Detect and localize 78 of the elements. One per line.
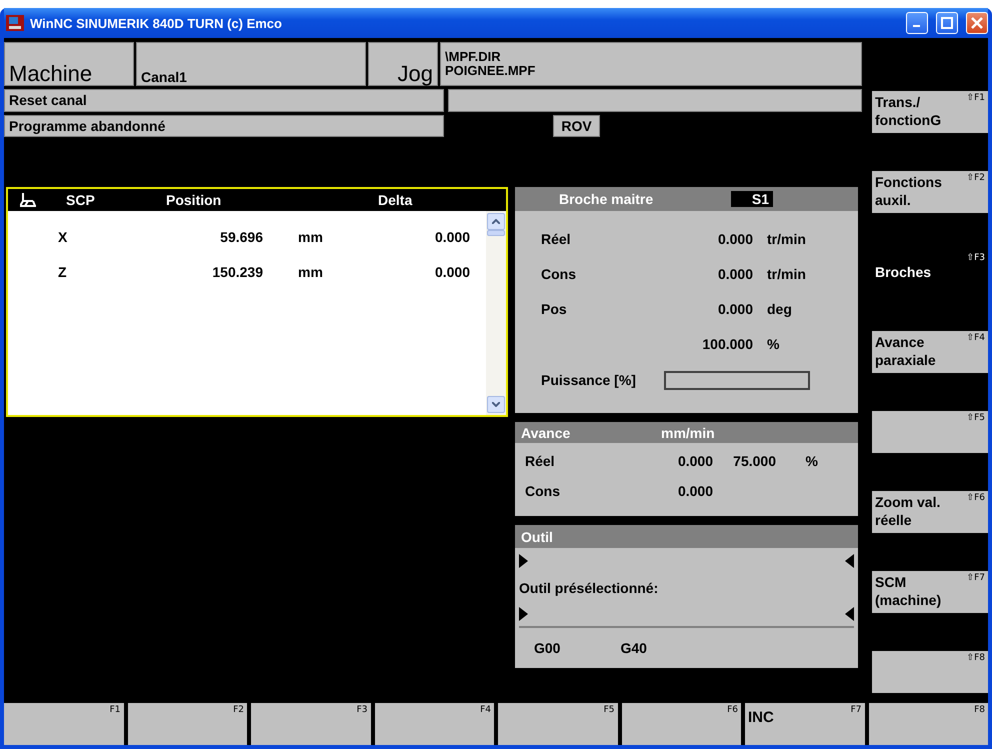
scrollbar[interactable] — [486, 211, 506, 415]
softkey[interactable]: F4 — [374, 703, 494, 745]
spindle-label: Réel — [541, 230, 572, 246]
channel-label: Canal1 — [136, 42, 366, 86]
delta-value: 0.000 — [434, 229, 470, 247]
program-status: Programme abandonné — [4, 115, 444, 137]
axis-name: Z — [58, 264, 68, 282]
scroll-thumb[interactable] — [487, 230, 505, 236]
feed-label: Cons — [525, 483, 561, 499]
pointer-left-icon — [845, 607, 854, 621]
softkey[interactable]: Avance paraxiale ⇧F4 — [872, 331, 988, 373]
softkey[interactable]: F3 — [251, 703, 370, 745]
override-value: 75.000 — [732, 453, 776, 469]
pointer-right-icon — [519, 607, 528, 621]
maximize-icon — [941, 17, 953, 29]
channel-status: Reset canal — [4, 89, 444, 112]
machine-icon — [20, 193, 36, 207]
softkey[interactable]: F1 — [4, 703, 124, 745]
softkey[interactable]: ⇧F5 — [872, 411, 988, 453]
position-value: 59.696 — [219, 229, 263, 247]
spindle-value: 100.000 — [701, 336, 753, 352]
pointer-left-icon — [845, 554, 854, 568]
app-icon — [6, 15, 24, 31]
feed-value: 0.000 — [676, 453, 713, 469]
scroll-up-button[interactable] — [487, 213, 505, 230]
spindle-value: 0.000 — [716, 230, 753, 246]
panel-title: Avance — [521, 424, 572, 440]
program-path: \MPF.DIR — [445, 50, 501, 64]
spindle-label: Cons — [541, 266, 577, 282]
unit-label: tr/min — [767, 266, 807, 282]
g-code: G40 — [620, 640, 647, 656]
unit-label: % — [804, 453, 818, 469]
caret-down-icon — [492, 402, 500, 407]
unit-label: % — [767, 336, 780, 352]
feed-unit: mm/min — [661, 424, 715, 440]
minimize-button[interactable] — [906, 12, 928, 34]
mode-label: Jog — [368, 42, 438, 86]
scroll-down-button[interactable] — [487, 396, 505, 413]
column-header: SCP — [65, 192, 96, 208]
program-name: POIGNEE.MPF — [445, 64, 536, 78]
window-title: WinNC SINUMERIK 840D TURN (c) Emco — [30, 16, 283, 30]
unit-label: deg — [767, 300, 793, 316]
close-button[interactable] — [966, 12, 988, 34]
feed-label: Réel — [525, 453, 556, 469]
pointer-right-icon — [519, 554, 528, 568]
close-icon — [971, 17, 983, 29]
spindle-id: S1 — [731, 191, 773, 207]
softkey[interactable]: SCM (machine) ⇧F7 — [872, 571, 988, 613]
softkey[interactable]: Zoom val. réelle ⇧F6 — [872, 491, 988, 533]
feed-value: 0.000 — [676, 483, 713, 499]
delta-value: 0.000 — [434, 264, 470, 282]
softkey[interactable]: F5 — [498, 703, 618, 745]
softkey[interactable]: Trans./ fonctionG ⇧F1 — [872, 91, 988, 133]
panel-title: Outil — [521, 528, 553, 544]
spindle-value: 0.000 — [716, 266, 753, 282]
spindle-label: Pos — [541, 300, 568, 316]
maximize-button[interactable] — [936, 12, 958, 34]
softkey[interactable]: Fonctions auxil. ⇧F2 — [872, 171, 988, 213]
column-header: Position — [165, 192, 222, 208]
unit-label: tr/min — [767, 230, 807, 246]
area-label: Machine — [4, 42, 134, 86]
override-indicator: ROV — [553, 115, 600, 137]
softkey[interactable]: F6 — [622, 703, 741, 745]
column-header: Delta — [377, 192, 414, 208]
unit-label: mm — [297, 264, 324, 282]
axis-name: X — [58, 229, 68, 247]
caret-up-icon — [492, 219, 500, 224]
unit-label: mm — [297, 229, 324, 247]
preselected-label: Outil présélectionné: — [519, 580, 658, 596]
position-value: 150.239 — [211, 264, 263, 282]
g-code: G00 — [534, 640, 560, 656]
softkey[interactable]: INC F7 — [745, 703, 864, 745]
softkey[interactable]: F2 — [128, 703, 247, 745]
softkey[interactable]: F8 — [868, 703, 988, 745]
power-label: Puissance [%] — [541, 372, 636, 388]
softkey[interactable]: ⇧F8 — [872, 651, 988, 693]
panel-title: Broche maitre — [559, 191, 654, 207]
spindle-value: 0.000 — [716, 300, 753, 316]
